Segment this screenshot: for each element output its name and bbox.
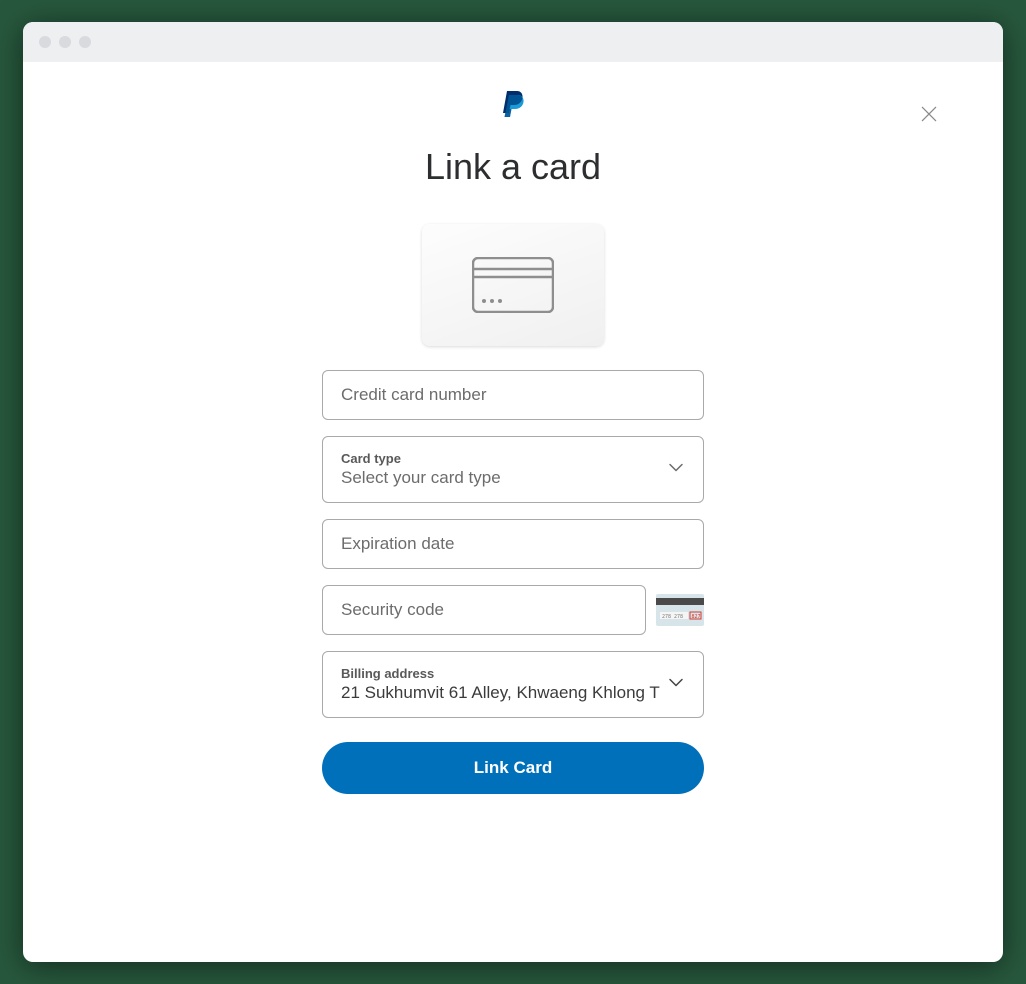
- billing-address-value: 21 Sukhumvit 61 Alley, Khwaeng Khlong T: [341, 683, 685, 703]
- expiration-placeholder: Expiration date: [341, 534, 454, 553]
- chevron-down-icon: [667, 673, 685, 696]
- page-title: Link a card: [23, 146, 1003, 188]
- paypal-p-icon: [500, 90, 526, 120]
- close-icon: [919, 104, 939, 124]
- card-type-label: Card type: [341, 451, 685, 466]
- window-control-minimize[interactable]: [59, 36, 71, 48]
- browser-window: Link a card Credit card number Card type…: [23, 22, 1003, 962]
- link-card-form: Credit card number Card type Select your…: [322, 224, 704, 794]
- card-number-input[interactable]: Credit card number: [322, 370, 704, 420]
- link-card-button[interactable]: Link Card: [322, 742, 704, 794]
- credit-card-icon: [472, 257, 554, 313]
- card-type-value: Select your card type: [341, 468, 685, 488]
- card-type-select[interactable]: Card type Select your card type: [322, 436, 704, 503]
- security-code-placeholder: Security code: [341, 600, 444, 619]
- chevron-down-icon: [667, 458, 685, 481]
- page-content: Link a card Credit card number Card type…: [23, 62, 1003, 962]
- window-control-close[interactable]: [39, 36, 51, 48]
- security-code-input[interactable]: Security code: [322, 585, 646, 635]
- card-illustration: [422, 224, 604, 346]
- billing-address-label: Billing address: [341, 666, 685, 681]
- security-code-row: Security code 278 278 827: [322, 585, 704, 635]
- paypal-logo: [23, 90, 1003, 120]
- svg-text:827: 827: [692, 614, 701, 620]
- svg-text:278 278: 278 278: [662, 614, 683, 620]
- billing-address-select[interactable]: Billing address 21 Sukhumvit 61 Alley, K…: [322, 651, 704, 718]
- window-titlebar: [23, 22, 1003, 62]
- cvv-hint-icon: 278 278 827: [656, 594, 704, 626]
- close-button[interactable]: [919, 104, 943, 128]
- window-control-maximize[interactable]: [79, 36, 91, 48]
- expiration-date-input[interactable]: Expiration date: [322, 519, 704, 569]
- card-number-placeholder: Credit card number: [341, 385, 487, 404]
